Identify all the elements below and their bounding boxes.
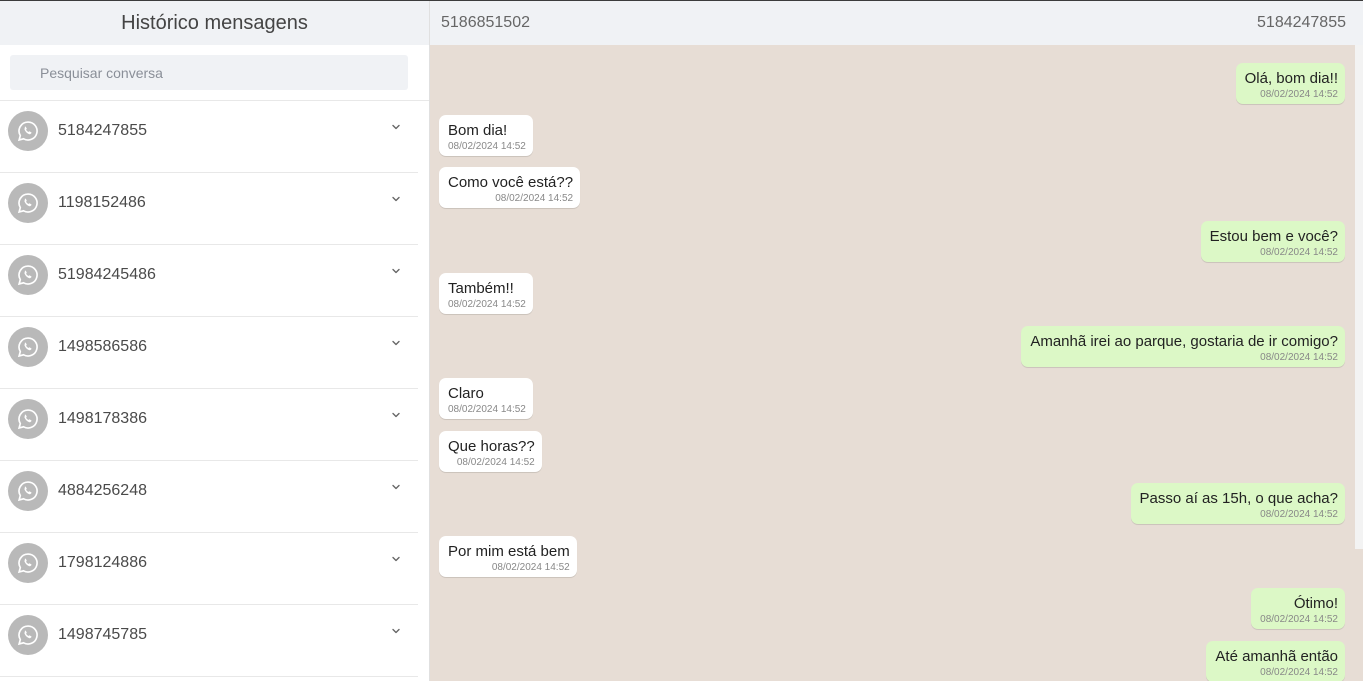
- message-timestamp: 08/02/2024 14:52: [1260, 352, 1338, 363]
- message-timestamp: 08/02/2024 14:52: [491, 562, 570, 573]
- contact-number: 4884256248: [58, 481, 147, 499]
- chat-header: 5186851502 5184247855: [430, 1, 1363, 45]
- outgoing-message: Até amanhã então 08/02/2024 14:52: [1206, 641, 1345, 681]
- sidebar-title: Histórico mensagens: [0, 1, 429, 45]
- message-timestamp: 08/02/2024 14:52: [1260, 614, 1338, 625]
- chevron-down-icon[interactable]: [390, 337, 402, 349]
- search-input[interactable]: [10, 55, 408, 90]
- contact-item[interactable]: 5184247855: [0, 101, 418, 173]
- message-text: Por mim está bem: [448, 543, 570, 560]
- app-window: Histórico mensagens 5184247855 119815248…: [0, 0, 1363, 681]
- incoming-message: Também!! 08/02/2024 14:52: [439, 273, 533, 314]
- whatsapp-icon: [8, 614, 48, 655]
- message-text: Ótimo!: [1293, 595, 1338, 612]
- whatsapp-icon: [8, 542, 48, 583]
- message-text: Que horas??: [448, 438, 535, 455]
- chevron-down-icon[interactable]: [390, 409, 402, 421]
- message-timestamp: 08/02/2024 14:52: [495, 193, 574, 204]
- message-timestamp: 08/02/2024 14:52: [456, 457, 535, 468]
- incoming-message: Claro 08/02/2024 14:52: [439, 378, 533, 419]
- whatsapp-icon: [8, 110, 48, 151]
- contact-item[interactable]: 1198152486: [0, 173, 418, 245]
- whatsapp-icon: [8, 182, 48, 223]
- contact-item[interactable]: 4884256248: [0, 461, 418, 533]
- chevron-down-icon[interactable]: [390, 121, 402, 133]
- contact-number: 1498745785: [58, 625, 147, 643]
- chat-header-sender: 5186851502: [441, 14, 530, 31]
- message-text: Como você está??: [448, 174, 574, 191]
- whatsapp-icon: [8, 326, 48, 367]
- message-timestamp: 08/02/2024 14:52: [448, 299, 526, 310]
- message-text: Passo aí as 15h, o que acha?: [1139, 490, 1338, 507]
- outgoing-message: Estou bem e você? 08/02/2024 14:52: [1200, 221, 1345, 262]
- contact-item[interactable]: 51984245486: [0, 245, 418, 317]
- contact-number: 51984245486: [58, 265, 156, 283]
- sidebar: Histórico mensagens 5184247855 119815248…: [0, 1, 430, 681]
- message-timestamp: 08/02/2024 14:52: [1260, 667, 1338, 678]
- contact-number: 1198152486: [58, 193, 146, 211]
- contact-number: 5184247855: [58, 121, 147, 139]
- message-text: Também!!: [448, 280, 514, 297]
- outgoing-message: Olá, bom dia!! 08/02/2024 14:52: [1235, 63, 1345, 104]
- chevron-down-icon[interactable]: [390, 193, 402, 205]
- message-timestamp: 08/02/2024 14:52: [448, 404, 526, 415]
- contact-number: 1798124886: [58, 553, 147, 571]
- outgoing-message: Ótimo! 08/02/2024 14:52: [1251, 588, 1345, 629]
- message-text: Amanhã irei ao parque, gostaria de ir co…: [1030, 333, 1338, 350]
- contact-item[interactable]: 1498178386: [0, 389, 418, 461]
- chat-header-recipient: 5184247855: [1257, 14, 1346, 31]
- contact-item[interactable]: 1498745785: [0, 605, 418, 677]
- incoming-message: Por mim está bem 08/02/2024 14:52: [439, 536, 577, 577]
- message-text: Estou bem e você?: [1209, 228, 1338, 245]
- chevron-down-icon[interactable]: [390, 265, 402, 277]
- message-timestamp: 08/02/2024 14:52: [448, 141, 526, 152]
- message-text: Claro: [448, 385, 484, 402]
- search-bar: [0, 45, 429, 101]
- contact-number: 1498178386: [58, 409, 147, 427]
- contact-list: 5184247855 1198152486 51984245486 149858…: [0, 101, 429, 677]
- message-text: Até amanhã então: [1215, 648, 1338, 665]
- outgoing-message: Passo aí as 15h, o que acha? 08/02/2024 …: [1130, 483, 1345, 524]
- incoming-message: Que horas?? 08/02/2024 14:52: [439, 431, 542, 472]
- whatsapp-icon: [8, 398, 48, 439]
- contact-item[interactable]: 1498586586: [0, 317, 418, 389]
- contact-item[interactable]: 1798124886: [0, 533, 418, 605]
- whatsapp-icon: [8, 254, 48, 295]
- contact-number: 1498586586: [58, 337, 147, 355]
- message-text: Bom dia!: [448, 122, 508, 139]
- chevron-down-icon[interactable]: [390, 553, 402, 565]
- message-timestamp: 08/02/2024 14:52: [1260, 247, 1338, 258]
- chevron-down-icon[interactable]: [390, 625, 402, 637]
- message-timestamp: 08/02/2024 14:52: [1260, 89, 1338, 100]
- message-timestamp: 08/02/2024 14:52: [1260, 509, 1338, 520]
- incoming-message: Bom dia! 08/02/2024 14:52: [439, 115, 533, 156]
- chevron-down-icon[interactable]: [390, 481, 402, 493]
- incoming-message: Como você está?? 08/02/2024 14:52: [439, 167, 581, 208]
- chat-panel: 5186851502 5184247855 Olá, bom dia!! 08/…: [430, 1, 1363, 681]
- outgoing-message: Amanhã irei ao parque, gostaria de ir co…: [1021, 326, 1345, 367]
- message-text: Olá, bom dia!!: [1244, 70, 1338, 87]
- message-list: Olá, bom dia!! 08/02/2024 14:52 Bom dia!…: [430, 45, 1363, 681]
- whatsapp-icon: [8, 470, 48, 511]
